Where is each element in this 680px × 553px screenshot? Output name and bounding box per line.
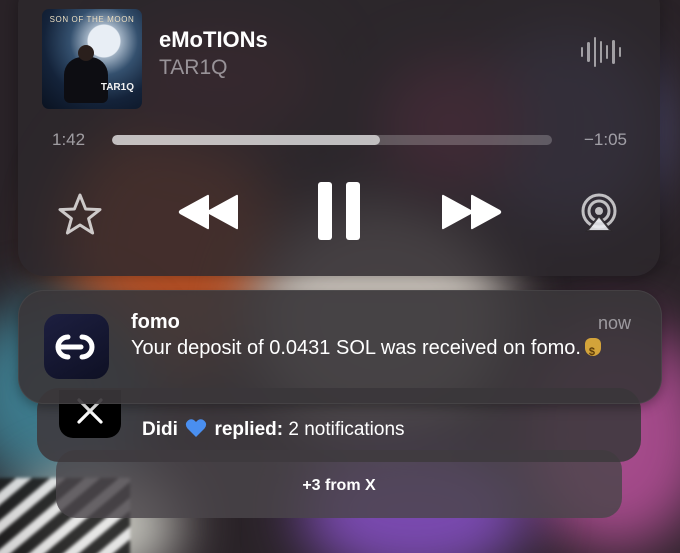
- forward-icon: [442, 194, 502, 230]
- progress-fill: [112, 135, 381, 145]
- airplay-icon: [581, 193, 617, 232]
- x-sender: Didi: [142, 419, 178, 440]
- notification-message: Your deposit of 0.0431 SOL was received …: [131, 337, 581, 359]
- star-outline-icon: [58, 193, 102, 235]
- airplay-button[interactable]: [578, 192, 620, 234]
- fomo-app-icon: [44, 314, 109, 379]
- notification-body: Your deposit of 0.0431 SOL was received …: [131, 336, 601, 364]
- artwork-figure: [64, 45, 108, 103]
- artwork-album-title: SON OF THE MOON: [49, 15, 135, 24]
- x-summary: 2 notifications: [288, 419, 405, 440]
- album-artwork[interactable]: SON OF THE MOON TAR1Q: [42, 9, 142, 109]
- notification-app-name: fomo: [131, 311, 180, 333]
- blue-heart-icon: [186, 419, 207, 437]
- favorite-button[interactable]: [57, 192, 103, 238]
- progress-scrubber[interactable]: [112, 135, 552, 145]
- notification-time: now: [597, 313, 631, 333]
- now-playing-widget[interactable]: SON OF THE MOON TAR1Q eMoTIONs TAR1Q 1:4…: [18, 0, 660, 276]
- pause-button[interactable]: [316, 180, 362, 242]
- money-bag-icon: [584, 338, 601, 364]
- pause-icon: [318, 182, 360, 240]
- elapsed-time: 1:42: [52, 130, 86, 149]
- x-notification-text: Didi replied: 2 notifications: [142, 418, 405, 441]
- artwork-artist-mark: TAR1Q: [100, 82, 134, 93]
- forward-button[interactable]: [438, 192, 504, 232]
- backward-icon: [178, 194, 238, 230]
- x-action: replied:: [214, 419, 284, 440]
- more-notifications-label: +3 from X: [302, 477, 376, 494]
- fomo-notification[interactable]: fomo now Your deposit of 0.0431 SOL was …: [18, 290, 662, 404]
- waveform-icon[interactable]: [581, 35, 621, 69]
- remaining-time: −1:05: [583, 130, 627, 149]
- track-artist: TAR1Q: [159, 56, 228, 79]
- rewind-button[interactable]: [176, 192, 242, 232]
- track-title: eMoTIONs: [159, 27, 268, 52]
